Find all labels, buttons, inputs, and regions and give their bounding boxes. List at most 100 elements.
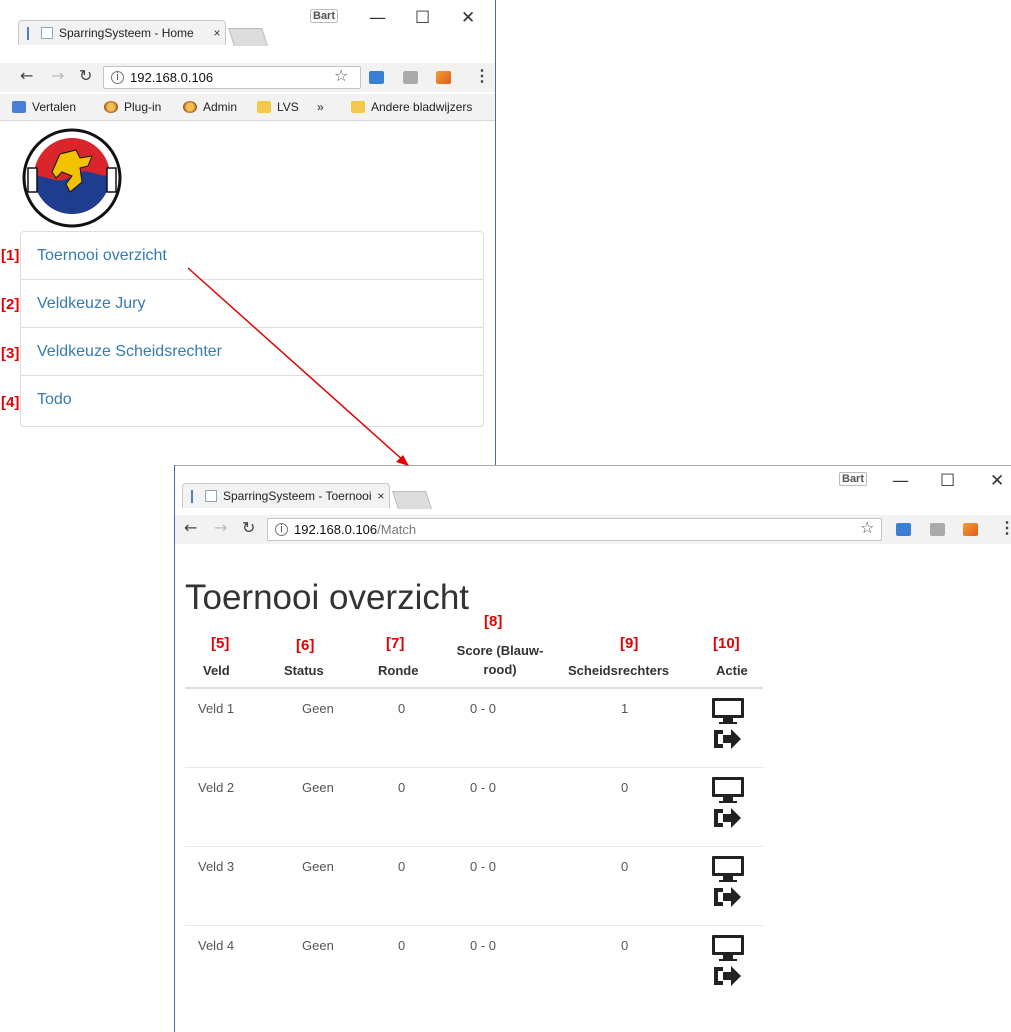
new-tab-button[interactable]: [392, 491, 432, 509]
maximize-button[interactable]: ☐: [415, 8, 430, 28]
window-border: [174, 465, 1011, 466]
close-window-button[interactable]: ✕: [461, 8, 475, 28]
cell-veld: Veld 4: [198, 938, 235, 953]
bookmark-item[interactable]: Vertalen: [12, 100, 76, 114]
menu-item-veldkeuze-scheidsrechter[interactable]: Veldkeuze Scheidsrechter: [21, 328, 483, 376]
exit-icon[interactable]: [711, 806, 745, 830]
column-header-ronde[interactable]: Ronde: [378, 661, 418, 680]
back-icon[interactable]: ←: [20, 66, 33, 85]
address-toolbar: ← → ↻ i 192.168.0.106 /Match ☆ ⋮: [174, 515, 1011, 544]
bookmark-item[interactable]: Andere bladwijzers: [351, 100, 472, 114]
cell-scheidsrechters: 0: [621, 938, 629, 953]
annotation-marker: [4]: [1, 394, 20, 411]
table-row: Veld 2 Geen 0 0 - 0 0: [185, 768, 763, 847]
annotation-marker: [6]: [296, 637, 315, 654]
bookmark-item[interactable]: Admin: [183, 100, 237, 114]
annotation-marker: [3]: [1, 345, 20, 362]
bookmark-item[interactable]: Plug-in: [104, 100, 161, 114]
annotation-marker: [9]: [620, 635, 639, 652]
url-host: 192.168.0.106: [130, 70, 214, 85]
close-window-button[interactable]: ✕: [990, 471, 1004, 491]
extension-icon[interactable]: [930, 523, 945, 536]
favicon-bar: [27, 26, 29, 40]
column-header-veld[interactable]: Veld: [203, 661, 230, 680]
exit-icon[interactable]: [711, 727, 745, 751]
annotation-marker: [10]: [713, 635, 740, 652]
menu-item-todo[interactable]: Todo: [21, 376, 483, 424]
reload-icon[interactable]: ↻: [242, 518, 255, 537]
forward-icon[interactable]: →: [51, 66, 64, 85]
minimize-button[interactable]: —: [369, 8, 386, 28]
info-icon[interactable]: i: [275, 523, 288, 536]
annotation-marker: [2]: [1, 296, 20, 313]
forward-icon[interactable]: →: [214, 518, 227, 537]
monitor-icon[interactable]: [711, 855, 745, 883]
profile-badge[interactable]: Bart: [839, 472, 868, 486]
tab-close-icon[interactable]: ×: [373, 489, 389, 503]
profile-badge[interactable]: Bart: [310, 9, 339, 23]
monitor-icon[interactable]: [711, 934, 745, 962]
monitor-icon[interactable]: [711, 697, 745, 725]
browser-tab-home[interactable]: SparringSysteem - Home ×: [18, 20, 226, 45]
cell-status: Geen: [302, 780, 334, 795]
info-icon[interactable]: i: [111, 71, 124, 84]
browser-window-match: SparringSysteem - Toernooi × Bart — ☐ ✕ …: [174, 465, 1011, 1032]
monitor-icon[interactable]: [711, 776, 745, 804]
bookmark-item[interactable]: LVS: [257, 100, 299, 114]
bookmark-label: »: [317, 100, 324, 114]
column-header-status[interactable]: Status: [284, 661, 324, 680]
bookmark-star-icon[interactable]: ☆: [334, 66, 348, 85]
annotation-marker: [1]: [1, 247, 20, 264]
exit-icon[interactable]: [711, 964, 745, 988]
annotation-marker: [8]: [484, 613, 503, 630]
bookmarks-overflow-button[interactable]: »: [317, 100, 324, 114]
table-row: Veld 4 Geen 0 0 - 0 0: [185, 926, 763, 1005]
browser-tab-match[interactable]: SparringSysteem - Toernooi ×: [182, 483, 390, 508]
bookmark-star-icon[interactable]: ☆: [860, 518, 874, 537]
exit-icon[interactable]: [711, 885, 745, 909]
menu-kebab-icon[interactable]: ⋮: [999, 518, 1011, 538]
annotation-marker: [5]: [211, 635, 230, 652]
extension-icon[interactable]: [403, 71, 418, 84]
extension-icon[interactable]: [436, 71, 451, 84]
folder-icon: [257, 101, 271, 113]
page-favicon-icon: [41, 27, 53, 39]
column-header-score[interactable]: Score (Blauw- rood): [450, 641, 550, 679]
plugin-icon: [104, 101, 118, 113]
menu-item-veldkeuze-jury[interactable]: Veldkeuze Jury: [21, 280, 483, 328]
column-header-score-line2: rood): [483, 662, 517, 677]
back-icon[interactable]: ←: [184, 518, 197, 537]
extension-icon[interactable]: [369, 71, 384, 84]
address-toolbar: ← → ↻ i 192.168.0.106 ☆ ⋮: [0, 63, 496, 92]
tab-close-icon[interactable]: ×: [209, 26, 225, 40]
bookmarks-bar: Vertalen Plug-in Admin LVS » Andere blad…: [0, 94, 496, 121]
bookmark-label: Admin: [203, 100, 238, 114]
cell-veld: Veld 2: [198, 780, 235, 795]
extension-icon[interactable]: [963, 523, 978, 536]
title-bar: SparringSysteem - Home × Bart — ☐ ✕: [0, 0, 496, 46]
column-header-actie[interactable]: Actie: [716, 661, 748, 680]
minimize-button[interactable]: —: [892, 471, 909, 491]
plugin-icon: [183, 101, 197, 113]
cell-ronde: 0: [398, 938, 406, 953]
address-input[interactable]: i 192.168.0.106: [103, 66, 361, 89]
toolbar-area: ← → ↻ i 192.168.0.106 /Match ☆ ⋮: [174, 510, 1011, 562]
bookmark-label: LVS: [277, 100, 299, 114]
address-input[interactable]: i 192.168.0.106 /Match: [267, 518, 882, 541]
cell-scheidsrechters: 0: [621, 859, 629, 874]
extension-icon[interactable]: [896, 523, 911, 536]
row-actions: [711, 855, 745, 909]
table-row: Veld 1 Geen 0 0 - 0 1: [185, 689, 763, 768]
menu-item-toernooi-overzicht[interactable]: Toernooi overzicht: [21, 232, 483, 280]
taekwondo-logo: [22, 128, 122, 228]
reload-icon[interactable]: ↻: [79, 66, 92, 85]
cell-score: 0 - 0: [470, 938, 497, 953]
new-tab-button[interactable]: [228, 28, 268, 46]
browser-window-home: SparringSysteem - Home × Bart — ☐ ✕ ← → …: [0, 0, 496, 468]
cell-score: 0 - 0: [470, 780, 497, 795]
menu-kebab-icon[interactable]: ⋮: [474, 66, 490, 86]
cell-ronde: 0: [398, 859, 406, 874]
maximize-button[interactable]: ☐: [940, 471, 955, 491]
translate-icon: [12, 101, 26, 113]
column-header-scheidsrechters[interactable]: Scheidsrechters: [568, 661, 669, 680]
